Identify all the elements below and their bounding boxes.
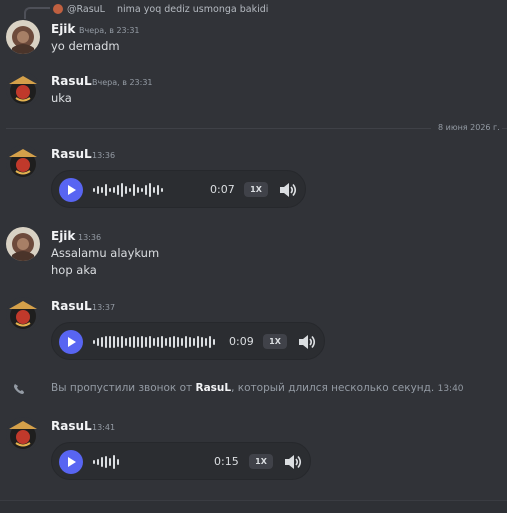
phone-icon xyxy=(14,384,24,394)
date-divider-line xyxy=(6,128,431,129)
missed-call-suffix: , который длился несколько секунд. xyxy=(231,382,435,394)
message-text: yo demadm xyxy=(51,39,120,53)
avatar-ejik[interactable] xyxy=(6,20,40,54)
date-divider-line-right xyxy=(502,128,507,129)
avatar-rasul[interactable] xyxy=(6,417,40,451)
missed-call-time: 13:40 xyxy=(437,384,464,394)
waveform[interactable] xyxy=(92,453,122,471)
composer-top-edge xyxy=(0,500,507,513)
play-icon xyxy=(68,457,76,467)
author-name[interactable]: RasuL xyxy=(51,74,92,88)
message-text: Assalamu alaykum xyxy=(51,246,160,260)
timestamp: 13:36 xyxy=(92,151,116,160)
author-name[interactable]: Ejik xyxy=(51,229,75,243)
timestamp: 13:37 xyxy=(92,303,116,312)
waveform[interactable] xyxy=(92,181,166,199)
avatar-rasul[interactable] xyxy=(6,72,40,106)
voice-duration: 0:07 xyxy=(210,183,235,196)
missed-call-caller[interactable]: RasuL xyxy=(196,382,232,394)
playback-speed-button[interactable]: 1X xyxy=(244,182,268,197)
play-icon xyxy=(68,337,76,347)
reply-spine xyxy=(24,7,50,19)
play-button[interactable] xyxy=(59,178,83,202)
message-text: hop aka xyxy=(51,263,97,277)
avatar-ejik[interactable] xyxy=(6,227,40,261)
voice-message: 0:07 1X xyxy=(51,170,306,208)
volume-icon[interactable] xyxy=(278,181,298,199)
reply-avatar[interactable] xyxy=(53,4,63,14)
play-icon xyxy=(68,185,76,195)
reply-text[interactable]: nima yoq dediz usmonga bakidi xyxy=(117,4,268,15)
author-name[interactable]: RasuL xyxy=(51,419,92,433)
voice-duration: 0:15 xyxy=(214,455,239,468)
play-button[interactable] xyxy=(59,330,83,354)
playback-speed-button[interactable]: 1X xyxy=(249,454,273,469)
timestamp: 13:41 xyxy=(92,423,116,432)
voice-message: 0:09 1X xyxy=(51,322,325,360)
play-button[interactable] xyxy=(59,450,83,474)
timestamp: 13:36 xyxy=(78,233,102,242)
reply-author[interactable]: @RasuL xyxy=(67,4,105,15)
volume-icon[interactable] xyxy=(297,333,317,351)
author-name[interactable]: RasuL xyxy=(51,147,92,161)
missed-call-prefix: Вы пропустили звонок от xyxy=(51,382,196,394)
voice-message: 0:15 1X xyxy=(51,442,311,480)
playback-speed-button[interactable]: 1X xyxy=(263,334,287,349)
avatar-rasul[interactable] xyxy=(6,297,40,331)
missed-call-message: Вы пропустили звонок от RasuL, который д… xyxy=(51,382,464,394)
message-text: uka xyxy=(51,91,72,105)
avatar-rasul[interactable] xyxy=(6,145,40,179)
waveform[interactable] xyxy=(92,333,216,351)
volume-icon[interactable] xyxy=(283,453,303,471)
voice-duration: 0:09 xyxy=(229,335,254,348)
date-divider-label: 8 июня 2026 г. xyxy=(438,123,500,132)
author-name[interactable]: RasuL xyxy=(51,299,92,313)
author-name[interactable]: Ejik xyxy=(51,22,75,36)
timestamp: Вчера, в 23:31 xyxy=(92,78,153,87)
timestamp: Вчера, в 23:31 xyxy=(79,26,140,35)
